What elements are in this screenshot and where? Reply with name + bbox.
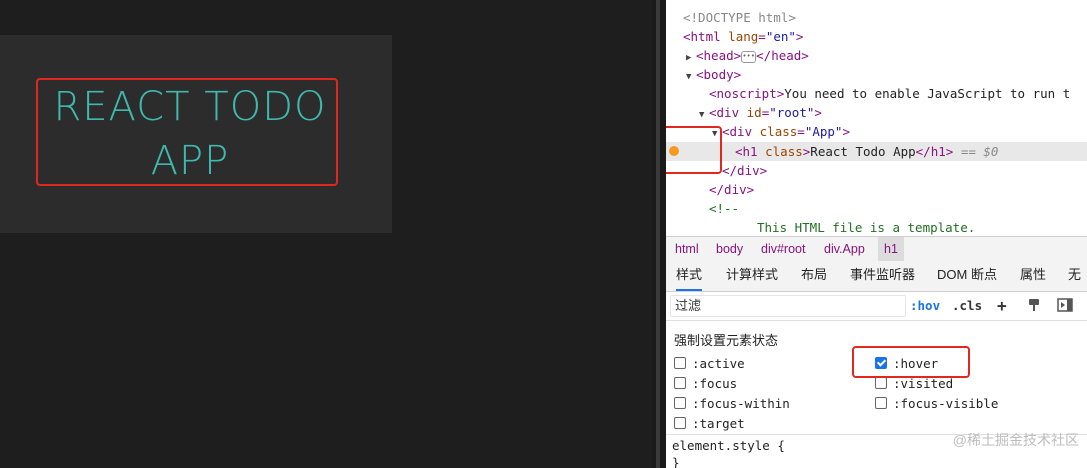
breadcrumb-html[interactable]: html [673, 237, 701, 261]
force-state-title: 强制设置元素状态 [674, 333, 779, 348]
div-close: </div> [709, 182, 755, 197]
add-rule-button[interactable]: + [997, 292, 1007, 320]
div-root-attr: id [746, 105, 762, 120]
tree-line-body[interactable]: ▼ <body> [686, 65, 741, 84]
tree-line-noscript[interactable]: <noscript>You need to enable JavaScript … [709, 84, 1070, 103]
tree-line-div-app[interactable]: ▼ <div class="App"> [712, 122, 850, 141]
element-style-open: element.style { [672, 438, 785, 453]
state-label: :focus-visible [893, 396, 999, 411]
tab-computed[interactable]: 计算样式 [726, 261, 778, 289]
html-tag: html [690, 29, 721, 44]
tab-layout[interactable]: 布局 [801, 261, 827, 289]
force-state-panel: 强制设置元素状态 :active :hover :focus :visited … [666, 321, 1087, 435]
breadcrumb-div-root[interactable]: div#root [759, 237, 807, 261]
div-root-tag: div [716, 105, 740, 120]
app-viewport: REACT TODO APP [0, 0, 652, 468]
state-target-checkbox[interactable]: :target [674, 415, 745, 433]
comment-open: <!-- [709, 201, 740, 216]
tab-accessibility[interactable]: 无障 [1068, 261, 1087, 310]
div-close: </div> [722, 163, 768, 178]
div-app-attr: class [759, 124, 798, 139]
tab-styles[interactable]: 样式 [676, 261, 703, 291]
breadcrumb-h1[interactable]: h1 [878, 237, 904, 261]
checkbox-icon[interactable] [674, 357, 686, 369]
divider-bar [656, 0, 660, 468]
noscript-text: You need to enable JavaScript to run t [784, 86, 1071, 101]
h1-text: React Todo App [810, 144, 916, 159]
h1-attr: class [765, 144, 803, 159]
tree-line-comment-text[interactable]: This HTML file is a template. [757, 218, 975, 237]
hov-toggle-button[interactable]: :hov [910, 292, 940, 320]
html-lang-attr: lang [728, 29, 759, 44]
body-open: <body> [696, 67, 742, 82]
breadcrumb-div-app[interactable]: div.App [822, 237, 867, 261]
breadcrumb: html body div#root div.App h1 [666, 236, 1087, 262]
tab-event-listeners[interactable]: 事件监听器 [850, 261, 915, 289]
head-open: <head> [696, 48, 742, 63]
state-label: :active [692, 356, 745, 371]
h1-tag: h1 [742, 144, 758, 159]
state-focus-visible-checkbox[interactable]: :focus-visible [875, 395, 998, 413]
checkbox-icon[interactable] [875, 397, 887, 409]
toggle-sidebar-icon[interactable] [1057, 292, 1073, 320]
devtools-panel: <!DOCTYPE html> <html lang="en"> ▶ <head>… [666, 0, 1087, 468]
color-format-icon[interactable] [1027, 292, 1041, 320]
ellipsis-icon[interactable]: ••• [741, 50, 757, 63]
div-app-value: "App" [804, 124, 843, 139]
cls-toggle-button[interactable]: .cls [952, 292, 982, 320]
tree-line-doctype[interactable]: <!DOCTYPE html> [683, 8, 796, 27]
state-label: :target [692, 416, 745, 431]
tree-line-comment[interactable]: <!-- [709, 199, 739, 218]
state-focus-checkbox[interactable]: :focus [674, 375, 737, 393]
collapse-triangle-icon[interactable]: ▼ [686, 68, 696, 87]
checkbox-icon[interactable] [674, 417, 686, 429]
collapse-triangle-icon[interactable]: ▼ [699, 106, 709, 125]
state-active-checkbox[interactable]: :active [674, 355, 745, 373]
checkbox-icon[interactable] [875, 377, 887, 389]
pane-divider[interactable] [652, 0, 666, 468]
styles-tabbar: 样式 计算样式 布局 事件监听器 DOM 断点 属性 无障 [666, 261, 1087, 310]
tab-properties[interactable]: 属性 [1020, 261, 1046, 289]
breadcrumb-body[interactable]: body [714, 237, 745, 261]
noscript-open: <noscript> [709, 86, 785, 101]
tree-line-head[interactable]: ▶ <head>•••</head> [686, 46, 809, 65]
tab-dom-breakpoints[interactable]: DOM 断点 [937, 261, 997, 289]
head-close: </head> [756, 48, 809, 63]
title-highlight-box [36, 78, 338, 186]
html-lang-value: "en" [765, 29, 796, 44]
tree-line-html[interactable]: <html lang="en"> [683, 27, 803, 46]
doctype-text: <!DOCTYPE html> [683, 10, 796, 25]
filter-bar: 过滤 :hov .cls + [666, 292, 1087, 321]
comment-text: This HTML file is a template. [757, 220, 976, 235]
filter-input[interactable]: 过滤 [670, 295, 906, 317]
selected-marker: == $0 [960, 144, 999, 159]
checkbox-icon[interactable] [674, 397, 686, 409]
div-app-tag: div [729, 124, 753, 139]
tree-line-div-close-1[interactable]: </div> [722, 161, 767, 180]
checkbox-icon[interactable] [674, 377, 686, 389]
state-focus-within-checkbox[interactable]: :focus-within [674, 395, 790, 413]
elements-tree: <!DOCTYPE html> <html lang="en"> ▶ <head>… [666, 0, 1087, 236]
hover-highlight-box [852, 346, 970, 378]
tree-line-h1-selected[interactable]: <h1 class>React Todo App</h1> == $0 [666, 142, 1087, 161]
state-label: :focus [692, 376, 738, 391]
element-style-close: } [672, 455, 680, 468]
row-highlight-box [666, 126, 722, 174]
div-root-value: "root" [769, 105, 815, 120]
state-label: :visited [893, 376, 954, 391]
h1-close: </h1> [915, 144, 954, 159]
watermark: @稀土掘金技术社区 [952, 432, 1079, 448]
state-label: :focus-within [692, 396, 790, 411]
tree-line-div-close-2[interactable]: </div> [709, 180, 754, 199]
tree-line-div-root[interactable]: ▼ <div id="root"> [699, 103, 822, 122]
